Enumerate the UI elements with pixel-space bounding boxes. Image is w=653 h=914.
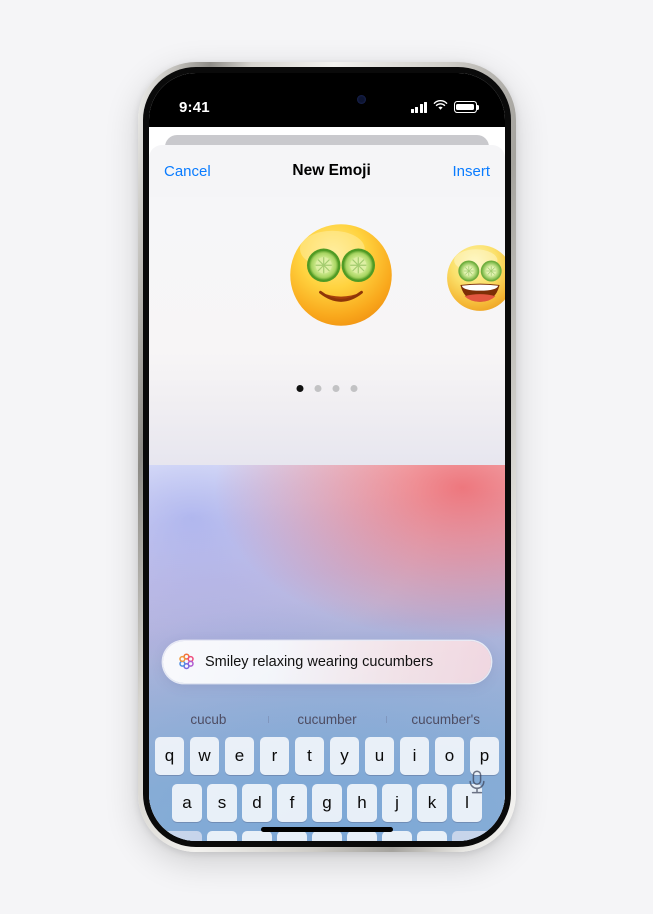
sheet-title: New Emoji <box>292 162 371 179</box>
status-time: 9:41 <box>179 98 210 116</box>
suggestion-item-1[interactable]: cucub <box>149 712 268 727</box>
key-u[interactable]: u <box>364 737 395 775</box>
insert-button[interactable]: Insert <box>452 163 490 180</box>
key-q[interactable]: q <box>154 737 185 775</box>
generated-emoji-alternate[interactable] <box>445 243 505 313</box>
sheet-navigation-bar: Cancel New Emoji Insert <box>149 145 505 197</box>
keyboard-row-1: q w e r t y u i o p <box>152 737 502 775</box>
device-screen: 9:41 Cancel New Emoji Insert Smiley rela… <box>149 73 505 841</box>
key-d[interactable]: d <box>242 784 272 822</box>
new-emoji-sheet: Cancel New Emoji Insert Smiley relaxing … <box>149 145 505 841</box>
page-dot-4[interactable] <box>350 385 358 392</box>
key-r[interactable]: r <box>259 737 290 775</box>
key-b[interactable]: b <box>347 831 377 841</box>
key-m[interactable]: m <box>417 831 447 841</box>
page-dot-2[interactable] <box>314 385 322 392</box>
apple-intelligence-icon <box>179 653 194 669</box>
key-w[interactable]: w <box>189 737 220 775</box>
key-k[interactable]: k <box>417 784 447 822</box>
key-v[interactable]: v <box>312 831 342 841</box>
emoji-preview-carousel <box>149 197 505 465</box>
cancel-button[interactable]: Cancel <box>164 163 211 180</box>
key-f[interactable]: f <box>277 784 307 822</box>
battery-icon <box>454 101 480 113</box>
page-indicator-dots[interactable] <box>296 385 358 392</box>
wifi-icon <box>433 98 448 116</box>
shift-key[interactable] <box>161 831 202 841</box>
key-y[interactable]: y <box>329 737 360 775</box>
microphone-icon[interactable] <box>467 770 487 801</box>
emoji-rail <box>149 221 505 371</box>
key-e[interactable]: e <box>224 737 255 775</box>
key-o[interactable]: o <box>434 737 465 775</box>
screenshot-stage: 9:41 Cancel New Emoji Insert Smiley rela… <box>0 0 653 914</box>
suggestion-item-3[interactable]: cucumber's <box>386 712 505 727</box>
generated-emoji-main[interactable] <box>287 221 395 329</box>
dynamic-island <box>279 86 375 112</box>
onscreen-keyboard: q w e r t y u i o p a s d f g h j k l <box>149 737 505 841</box>
key-h[interactable]: h <box>347 784 377 822</box>
status-indicators <box>410 98 480 116</box>
key-a[interactable]: a <box>172 784 202 822</box>
key-i[interactable]: i <box>399 737 430 775</box>
home-indicator[interactable] <box>261 827 393 832</box>
key-c[interactable]: c <box>277 831 307 841</box>
keyboard-zone: Smiley relaxing wearing cucumbers cucub … <box>149 465 505 841</box>
signal-bars-icon <box>410 101 427 113</box>
key-x[interactable]: x <box>242 831 272 841</box>
page-dot-3[interactable] <box>332 385 340 392</box>
key-g[interactable]: g <box>312 784 342 822</box>
device-bezel: 9:41 Cancel New Emoji Insert Smiley rela… <box>143 67 511 847</box>
front-camera-icon <box>357 94 366 104</box>
emoji-prompt-field[interactable]: Smiley relaxing wearing cucumbers <box>163 641 491 683</box>
keyboard-row-2: a s d f g h j k l <box>152 784 502 822</box>
prompt-text-value: Smiley relaxing wearing cucumbers <box>205 654 434 670</box>
key-s[interactable]: s <box>207 784 237 822</box>
key-j[interactable]: j <box>382 784 412 822</box>
key-t[interactable]: t <box>294 737 325 775</box>
delete-key[interactable] <box>452 831 493 841</box>
iphone-device-frame: 9:41 Cancel New Emoji Insert Smiley rela… <box>138 62 516 852</box>
key-n[interactable]: n <box>382 831 412 841</box>
keyboard-row-3: z x c v b n m <box>152 831 502 841</box>
page-dot-1[interactable] <box>296 385 304 392</box>
typing-suggestion-bar: cucub cucumber cucumber's <box>149 705 505 733</box>
key-z[interactable]: z <box>207 831 237 841</box>
suggestion-item-2[interactable]: cucumber <box>267 712 387 727</box>
